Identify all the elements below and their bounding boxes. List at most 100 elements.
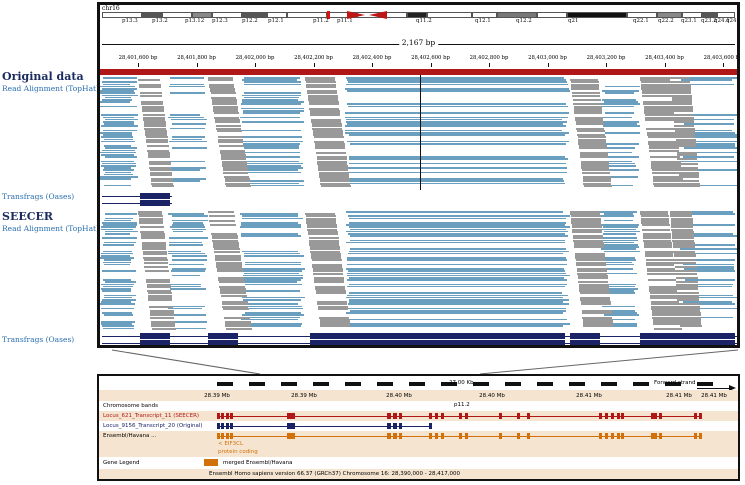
transcript-exon[interactable] [517, 433, 520, 439]
transcript-exon[interactable] [465, 413, 468, 419]
transcript-exon[interactable] [221, 433, 224, 439]
spliced-read [313, 136, 344, 139]
transcript-exon[interactable] [429, 413, 432, 419]
spliced-read [647, 272, 676, 275]
transcript-exon[interactable] [527, 413, 530, 419]
read-alignment [345, 167, 568, 169]
transcript-exon[interactable] [399, 413, 402, 419]
transcript-exon[interactable] [429, 423, 432, 429]
transcript-exon[interactable] [287, 413, 295, 419]
read-alignment [243, 255, 304, 257]
transcript-exon[interactable] [441, 413, 444, 419]
transcript-exon[interactable] [605, 433, 608, 439]
ensembl-scale-label: 28.41 Mb [666, 393, 692, 399]
gene-name-label[interactable]: < EIF3CL [218, 441, 243, 447]
transcript-exon[interactable] [217, 423, 220, 429]
transfrag-exon[interactable] [640, 333, 685, 339]
transfrag-exon[interactable] [640, 340, 685, 345]
transcript-exon[interactable] [659, 413, 662, 419]
transcript-exon[interactable] [387, 433, 391, 439]
spliced-read [146, 285, 171, 288]
seecer-transcript-track[interactable] [99, 413, 738, 419]
transcript-exon[interactable] [517, 413, 520, 419]
ensembl-havana-track[interactable] [99, 433, 738, 439]
transcript-exon[interactable] [435, 413, 438, 419]
ideogram-band [537, 12, 567, 18]
transcript-exon[interactable] [459, 433, 462, 439]
original-transcript-track[interactable] [99, 423, 738, 429]
transcript-exon[interactable] [230, 413, 233, 419]
transcript-exon[interactable] [694, 433, 697, 439]
transcript-exon[interactable] [599, 433, 602, 439]
transfrag-exon[interactable] [685, 333, 735, 339]
transcript-exon[interactable] [611, 413, 614, 419]
transcript-exon[interactable] [287, 423, 295, 429]
ideogram-band [427, 12, 472, 18]
read-alignment [172, 215, 208, 217]
transfrag-exon[interactable] [140, 193, 170, 199]
transcript-exon[interactable] [621, 433, 624, 439]
transcript-exon[interactable] [611, 433, 614, 439]
transcript-exon[interactable] [654, 433, 657, 439]
transfrag-exon[interactable] [208, 340, 238, 345]
scalebar-segment [377, 382, 393, 386]
transcript-exon[interactable] [287, 433, 295, 439]
scalebar-segment [505, 382, 521, 386]
transcript-exon[interactable] [221, 413, 224, 419]
transcript-exon[interactable] [217, 433, 220, 439]
transcript-exon[interactable] [499, 433, 502, 439]
transcript-exon[interactable] [435, 433, 438, 439]
transcript-exon[interactable] [699, 413, 702, 419]
transcript-exon[interactable] [387, 413, 391, 419]
read-alignment [171, 147, 207, 149]
transcript-exon[interactable] [226, 413, 229, 419]
transcript-exon[interactable] [230, 423, 233, 429]
transcript-exon[interactable] [230, 433, 233, 439]
read-alignment [240, 103, 302, 105]
transcript-exon[interactable] [605, 413, 608, 419]
transcript-exon[interactable] [399, 433, 402, 439]
transcript-exon[interactable] [399, 423, 402, 429]
transfrag-exon[interactable] [140, 200, 170, 206]
transcript-exon[interactable] [659, 433, 662, 439]
transcript-exon[interactable] [499, 413, 502, 419]
transcript-exon[interactable] [617, 433, 620, 439]
transfrag-exon[interactable] [140, 333, 170, 339]
transfrag-exon[interactable] [685, 340, 735, 345]
spliced-read [307, 233, 338, 235]
spliced-read [675, 272, 698, 275]
transcript-exon[interactable] [226, 423, 229, 429]
transcript-exon[interactable] [465, 433, 468, 439]
transcript-exon[interactable] [393, 423, 397, 429]
transcript-exon[interactable] [617, 413, 620, 419]
transfrag-exon[interactable] [345, 340, 565, 345]
transcript-exon[interactable] [459, 413, 462, 419]
transfrag-exon[interactable] [570, 340, 600, 345]
spliced-read [576, 129, 605, 132]
transfrag-exon[interactable] [208, 333, 238, 339]
transfrag-exon[interactable] [345, 333, 565, 339]
transfrag-exon[interactable] [570, 333, 600, 339]
transfrag-exon[interactable] [310, 333, 345, 339]
transcript-exon[interactable] [441, 433, 444, 439]
transfrag-exon[interactable] [310, 340, 345, 345]
spliced-read [652, 171, 683, 174]
transcript-exon[interactable] [527, 433, 530, 439]
seecer-transfrags-label: Transfrags (Oases) [2, 335, 75, 344]
transcript-exon[interactable] [694, 413, 697, 419]
transcript-exon[interactable] [393, 413, 397, 419]
transcript-exon[interactable] [599, 413, 602, 419]
transcript-exon[interactable] [621, 413, 624, 419]
transcript-exon[interactable] [699, 433, 702, 439]
transcript-exon[interactable] [221, 423, 224, 429]
transfrag-exon[interactable] [140, 340, 170, 345]
transcript-exon[interactable] [217, 413, 220, 419]
transcript-exon[interactable] [226, 433, 229, 439]
transcript-exon[interactable] [387, 423, 391, 429]
read-alignment [103, 244, 134, 246]
spliced-read [674, 266, 697, 268]
transcript-exon[interactable] [654, 413, 657, 419]
read-alignment [244, 147, 299, 149]
transcript-exon[interactable] [393, 433, 397, 439]
transcript-exon[interactable] [429, 433, 432, 439]
